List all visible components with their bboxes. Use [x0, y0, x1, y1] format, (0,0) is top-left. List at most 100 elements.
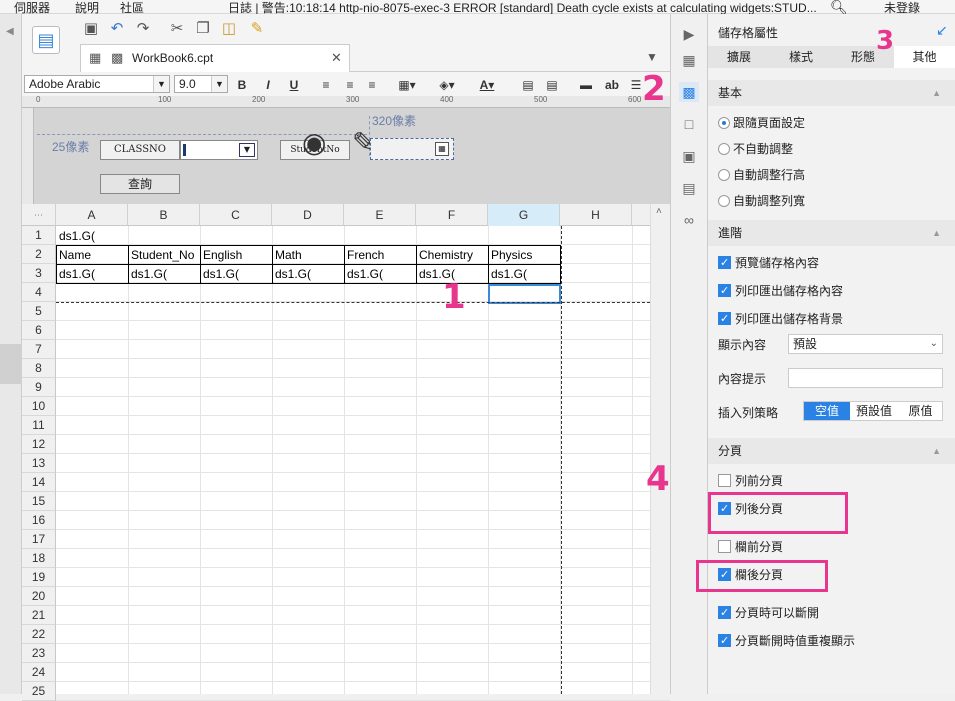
row-header[interactable]: 22 [22, 625, 56, 644]
italic-button[interactable]: I [260, 76, 276, 94]
row-header[interactable]: 25 [22, 682, 56, 701]
check-preview-content[interactable]: 預覽儲存格內容 [718, 254, 819, 272]
selected-cell-g4[interactable] [488, 284, 561, 304]
check-break-before-row[interactable]: 列前分頁 [718, 472, 783, 490]
merge-icon[interactable]: ▤ [520, 76, 536, 94]
row-header[interactable]: 20 [22, 587, 56, 606]
row-header[interactable]: 12 [22, 435, 56, 454]
select-all-icon[interactable]: ⋯ [22, 204, 56, 226]
tab-workbook[interactable]: ▦ ▩ WorkBook6.cpt ✕ [80, 44, 350, 72]
cell-element-icon[interactable]: ▦ [679, 50, 699, 70]
column-header-d[interactable]: D [272, 204, 344, 226]
float-element-icon[interactable]: □ [679, 114, 699, 134]
row-header[interactable]: 11 [22, 416, 56, 435]
close-icon[interactable]: ✕ [331, 50, 342, 66]
section-paging[interactable]: 分頁 ▲ [708, 438, 955, 464]
tab-style[interactable]: 樣式 [770, 46, 832, 68]
display-content-select[interactable]: 預設 ⌄ [788, 334, 943, 354]
tab-expand[interactable]: 擴展 [708, 46, 770, 68]
vertical-scrollbar[interactable]: ˄ [650, 204, 670, 694]
column-header-a[interactable]: A [56, 204, 128, 226]
query-button[interactable]: 查詢 [100, 174, 180, 194]
bold-button[interactable]: B [234, 76, 250, 94]
radio-auto-column-width[interactable]: 自動調整列寬 [718, 192, 805, 210]
check-break-before-column[interactable]: 欄前分頁 [718, 538, 783, 556]
row-header[interactable]: 6 [22, 321, 56, 340]
section-basic[interactable]: 基本 ▲ [708, 80, 955, 106]
row-header[interactable]: 2 [22, 245, 56, 264]
check-allow-split[interactable]: 分頁時可以斷開 [718, 604, 819, 622]
row-header[interactable]: 15 [22, 492, 56, 511]
split-icon[interactable]: ▤ [544, 76, 560, 94]
row-header[interactable]: 9 [22, 378, 56, 397]
row-header[interactable]: 19 [22, 568, 56, 587]
redo-icon[interactable]: ↷ [134, 20, 152, 38]
fill-color-icon[interactable]: ◈▾ [434, 76, 460, 94]
row-header[interactable]: 21 [22, 606, 56, 625]
left-panel-handle[interactable] [0, 344, 22, 384]
expand-left-icon[interactable]: ◀ [6, 26, 14, 37]
hidden-eye-icon[interactable]: ◉ [302, 128, 326, 158]
column-header-h[interactable]: H [560, 204, 632, 226]
undo-icon[interactable]: ↶ [108, 20, 126, 38]
row-header[interactable]: 10 [22, 397, 56, 416]
row-header[interactable]: 23 [22, 644, 56, 663]
cell-attribute-icon[interactable]: ▩ [679, 82, 699, 102]
cell-a1[interactable]: ds1.G( [57, 227, 127, 246]
content-hint-input[interactable] [788, 368, 943, 388]
tab-other[interactable]: 其他 [894, 46, 955, 68]
radio-no-adjust[interactable]: 不自動調整 [718, 140, 793, 158]
row-header[interactable]: 13 [22, 454, 56, 473]
widget-settings-icon[interactable]: ▣ [679, 146, 699, 166]
row-header[interactable]: 4 [22, 283, 56, 302]
dock-icon[interactable]: ↙ [936, 22, 948, 39]
row-header[interactable]: 5 [22, 302, 56, 321]
check-print-content[interactable]: 列印匯出儲存格內容 [718, 282, 843, 300]
copy-icon[interactable]: ❐ [194, 20, 212, 38]
radio-follow-page[interactable]: 跟隨頁面設定 [718, 114, 805, 132]
row-header[interactable]: 17 [22, 530, 56, 549]
font-color-icon[interactable]: A▾ [474, 76, 500, 94]
row-header[interactable]: 8 [22, 359, 56, 378]
line-icon[interactable]: ▬ [578, 76, 594, 94]
column-header-e[interactable]: E [344, 204, 416, 226]
format-painter-icon[interactable]: ✎ [248, 20, 266, 38]
insert-option-null[interactable]: 空值 [804, 402, 850, 420]
row-header[interactable]: 3 [22, 264, 56, 283]
border-icon[interactable]: ▦▾ [394, 76, 420, 94]
row-header[interactable]: 1 [22, 226, 56, 245]
row-header[interactable]: 24 [22, 663, 56, 682]
paste-icon[interactable]: ◫ [220, 20, 238, 38]
column-header-f[interactable]: F [416, 204, 488, 226]
insert-option-default[interactable]: 預設值 [850, 402, 898, 420]
font-size-select[interactable]: 9.0 ▼ [174, 75, 228, 93]
radio-auto-row-height[interactable]: 自動調整行高 [718, 166, 805, 184]
row-header[interactable]: 18 [22, 549, 56, 568]
column-header-g[interactable]: G [488, 204, 560, 226]
column-header-b[interactable]: B [128, 204, 200, 226]
expand-right-icon[interactable]: ▶ [679, 24, 699, 44]
align-right-icon[interactable]: ≡ [364, 76, 380, 94]
insert-option-original[interactable]: 原值 [898, 402, 943, 420]
hyperlink-icon[interactable]: ∞ [679, 210, 699, 230]
text-wrap-button[interactable]: ab [602, 76, 622, 94]
classno-combo[interactable]: ▼ [180, 140, 258, 160]
underline-button[interactable]: U [286, 76, 302, 94]
cut-icon[interactable]: ✂ [168, 20, 186, 38]
check-repeat-on-split[interactable]: 分頁斷開時值重複顯示 [718, 632, 855, 650]
check-print-background[interactable]: 列印匯出儲存格背景 [718, 310, 843, 328]
row-header[interactable]: 7 [22, 340, 56, 359]
classno-label[interactable]: CLASSNO [100, 140, 180, 160]
row-header[interactable]: 16 [22, 511, 56, 530]
scroll-up-icon[interactable]: ˄ [656, 206, 662, 217]
align-left-icon[interactable]: ≡ [318, 76, 334, 94]
section-advanced[interactable]: 進階 ▲ [708, 220, 955, 246]
font-family-select[interactable]: Adobe Arabic ▼ [24, 75, 170, 93]
align-center-icon[interactable]: ≡ [342, 76, 358, 94]
condition-attribute-icon[interactable]: ▤ [679, 178, 699, 198]
column-header-c[interactable]: C [200, 204, 272, 226]
save-icon[interactable]: ▣ [82, 20, 100, 38]
template-icon[interactable]: ▤ [32, 26, 60, 54]
tab-menu-icon[interactable]: ▼ [646, 50, 658, 64]
row-header[interactable]: 14 [22, 473, 56, 492]
